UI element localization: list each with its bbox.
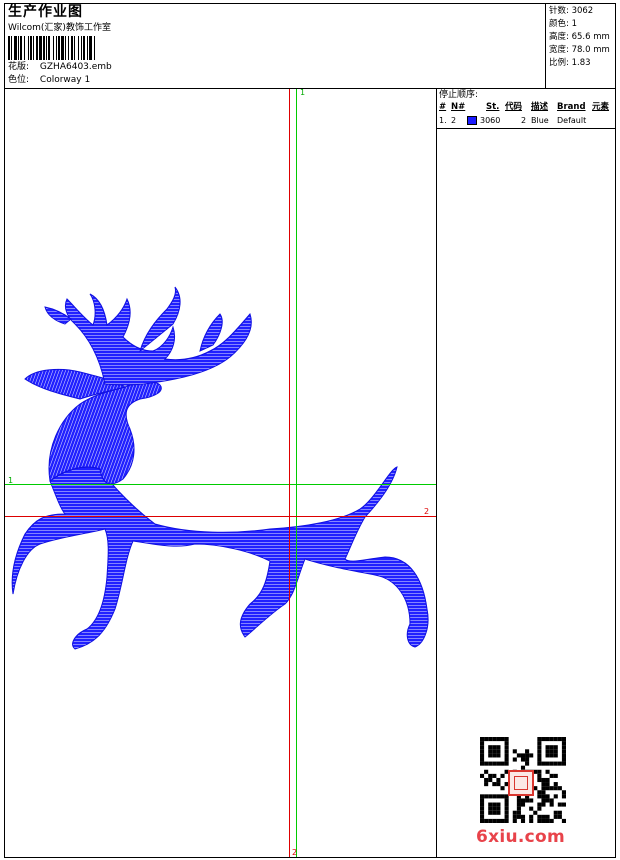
red-vertical-axis (289, 89, 290, 857)
row-code: 2 (521, 116, 527, 125)
stat-label: 宽度: (549, 45, 569, 55)
deer-design (11, 286, 429, 650)
row-index: 1. (439, 116, 447, 125)
stop-sequence-title: 停止顺序: (439, 90, 479, 100)
stat-scale: 比例: 1.83 (549, 59, 591, 68)
row-description: Blue (531, 116, 549, 125)
stat-label: 比例: (549, 58, 569, 68)
red-axis-label-right: 2 (424, 507, 430, 516)
stat-value: 1 (571, 19, 577, 29)
red-seal-stamp (508, 770, 534, 796)
company-name: Wilcom(汇家)教饰工作室 (8, 23, 111, 33)
barcode (8, 36, 95, 60)
col-header-stitches: St. (486, 102, 500, 112)
green-horizontal-axis (5, 484, 436, 485)
thread-color-swatch (467, 116, 477, 125)
colorway-value: Colorway 1 (39, 75, 91, 85)
red-axis-label-bottom: 2 (292, 848, 298, 857)
stat-value: 65.6 mm (571, 32, 610, 42)
colorway-row: 色位: Colorway 1 (8, 76, 90, 85)
stat-value: 3062 (571, 6, 594, 16)
stat-stitches: 针数: 3062 (549, 7, 593, 16)
col-header-code: 代码 (505, 102, 523, 112)
col-header-description: 描述 (531, 102, 549, 112)
stat-label: 高度: (549, 32, 569, 42)
green-vertical-axis (296, 89, 297, 857)
stat-label: 针数: (549, 6, 569, 16)
watermark-text: 6xiu.com (476, 827, 566, 847)
row-stitches: 3060 (480, 116, 501, 125)
stat-colors: 颜色: 1 (549, 20, 577, 29)
col-header-brand: Brand (557, 102, 586, 112)
red-horizontal-axis (5, 516, 436, 517)
stat-value: 1.83 (571, 58, 591, 68)
stat-height: 高度: 65.6 mm (549, 33, 610, 42)
col-header-element: 元素 (592, 102, 610, 112)
page-title: 生产作业图 (8, 4, 83, 20)
col-header-needle: N# (451, 102, 466, 112)
green-axis-label-top: 1 (300, 88, 306, 97)
design-row: 花版: GZHA6403.emb (8, 63, 112, 72)
row-needle: 2 (451, 116, 457, 125)
stat-value: 78.0 mm (571, 45, 610, 55)
stat-width: 宽度: 78.0 mm (549, 46, 610, 55)
row-brand: Default (557, 116, 587, 125)
embroidery-preview (11, 286, 429, 650)
stat-label: 颜色: (549, 19, 569, 29)
col-header-index: # (439, 102, 447, 112)
design-file: GZHA6403.emb (39, 62, 112, 72)
green-axis-label-left: 1 (8, 476, 14, 485)
design-label: 花版: (8, 62, 30, 72)
colorway-label: 色位: (8, 75, 30, 85)
stop-sequence-divider (436, 128, 616, 129)
